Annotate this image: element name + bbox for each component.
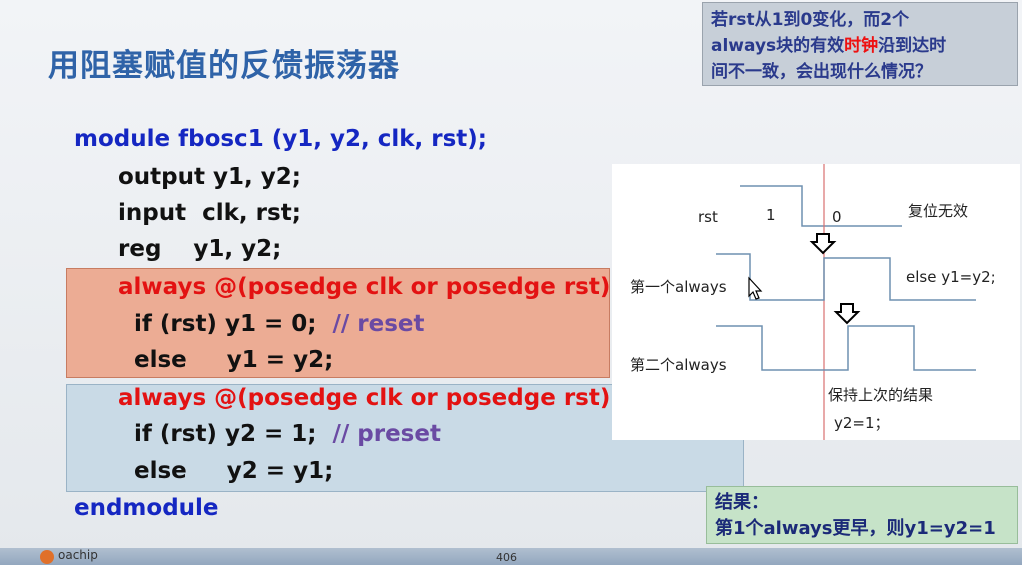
question-note: 若rst从1到0变化，而2个 always块的有效时钟沿到达时 间不一致，会出现… [702, 2, 1018, 86]
code-comment-reset: // reset [332, 311, 425, 337]
mouse-cursor-icon [748, 276, 763, 300]
code-if-2-stmt: if (rst) y2 = 1; [134, 421, 317, 447]
slide-title: 用阻塞赋值的反馈振荡器 [48, 48, 400, 84]
code-module-line: module fbosc1 (y1, y2, clk, rst); [74, 126, 487, 152]
else-y1-label: else y1=y2; [906, 268, 996, 286]
y2-value-label: y2=1； [834, 414, 890, 432]
code-if-1-stmt: if (rst) y1 = 0; [134, 311, 317, 337]
code-output-line: output y1, y2; [118, 164, 301, 190]
rst-label: rst [698, 208, 718, 226]
note-clock-highlight: 时钟 [844, 36, 879, 56]
code-always-1: always @(posedge clk or posedge rst) [118, 274, 611, 300]
second-always-label: 第二个always [630, 356, 727, 374]
reset-invalid-label: 复位无效 [908, 202, 969, 220]
slide: 用阻塞赋值的反馈振荡器 若rst从1到0变化，而2个 always块的有效时钟沿… [0, 0, 1022, 565]
code-if-1: if (rst) y1 = 0; // reset [134, 311, 425, 337]
code-else-1: else y1 = y2; [134, 347, 334, 373]
result-title: 结果： [715, 492, 769, 513]
code-endmodule: endmodule [74, 495, 219, 521]
logo-icon [40, 550, 54, 564]
result-text: 第1个always更早，则y1=y2=1 [715, 518, 996, 539]
arrow-down-icon-1 [809, 233, 837, 255]
rst-value-zero: 0 [832, 208, 842, 226]
code-if-2: if (rst) y2 = 1; // preset [134, 421, 441, 447]
code-comment-preset: // preset [332, 421, 441, 447]
code-input-line: input clk, rst; [118, 200, 301, 226]
footer-logo-text: oachip [58, 548, 98, 562]
note-line-2-post: 沿到达时 [878, 36, 947, 56]
code-else-2: else y2 = y1; [134, 458, 334, 484]
rst-wave [740, 185, 902, 227]
result-box: 结果： 第1个always更早，则y1=y2=1 [706, 486, 1018, 544]
note-line-3: 间不一致，会出现什么情况？ [711, 62, 932, 82]
code-always-2: always @(posedge clk or posedge rst) [118, 385, 611, 411]
note-line-2-pre: always块的有效 [711, 36, 845, 56]
waveform-diagram: rst 1 0 复位无效 第一个always else y1=y2; 第二个al… [612, 164, 1020, 440]
page-number: 406 [496, 551, 517, 564]
first-always-label: 第一个always [630, 278, 727, 296]
rst-value-one: 1 [766, 206, 776, 224]
second-always-wave [716, 325, 976, 371]
code-reg-line: reg y1, y2; [118, 236, 282, 262]
arrow-down-icon-2 [833, 303, 861, 325]
keep-last-label: 保持上次的结果 [828, 386, 934, 404]
note-line-1: 若rst从1到0变化，而2个 [711, 10, 910, 30]
note-line-2: always块的有效时钟沿到达时 [711, 33, 1009, 59]
